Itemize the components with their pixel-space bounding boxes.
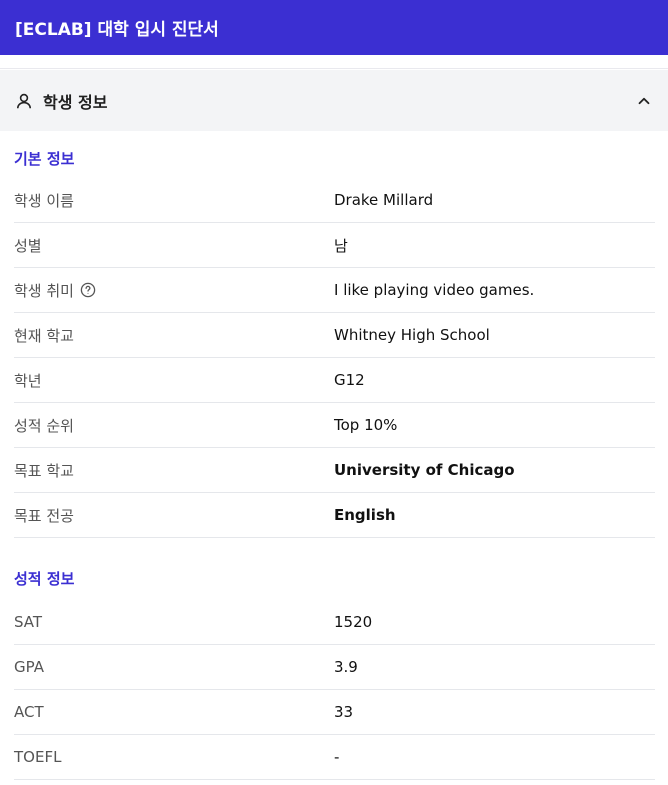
student-info-section-toggle[interactable]: 학생 정보 <box>0 70 668 131</box>
info-label: 목표 학교 <box>14 461 74 480</box>
info-label: 학생 이름 <box>14 191 74 210</box>
chevron-up-icon[interactable] <box>636 93 652 109</box>
info-row-target-school: 목표 학교 University of Chicago <box>14 448 655 493</box>
info-value: Top 10% <box>334 416 398 434</box>
info-value: University of Chicago <box>334 461 515 479</box>
score-row-gpa: GPA 3.9 <box>14 645 655 690</box>
info-row-target-major: 목표 전공 English <box>14 493 655 538</box>
info-value: G12 <box>334 371 365 389</box>
app-title: [ECLAB] 대학 입시 진단서 <box>15 20 219 40</box>
info-value: Whitney High School <box>334 326 490 344</box>
info-row-hobby: 학생 취미 I like playing video games. <box>14 268 655 313</box>
section-title: 학생 정보 <box>43 92 108 112</box>
info-value: I like playing video games. <box>334 281 535 299</box>
score-row-toefl: TOEFL - <box>14 735 655 780</box>
info-label: 성별 <box>14 236 42 255</box>
score-value: 3.9 <box>334 658 358 676</box>
help-icon[interactable] <box>80 282 96 298</box>
score-value: - <box>334 748 340 766</box>
score-value: 33 <box>334 703 354 721</box>
score-label: TOEFL <box>14 748 62 766</box>
header-separator <box>0 55 668 69</box>
score-label: SAT <box>14 613 43 631</box>
score-label: GPA <box>14 658 44 676</box>
info-row-school: 현재 학교 Whitney High School <box>14 313 655 358</box>
info-value: 남 <box>334 236 348 255</box>
info-label: 학생 취미 <box>14 281 74 300</box>
user-icon <box>15 92 33 110</box>
student-info-content: 기본 정보 학생 이름 Drake Millard 성별 남 학생 취미 I l… <box>14 131 655 780</box>
info-label: 성적 순위 <box>14 416 74 435</box>
score-info-title: 성적 정보 <box>14 569 75 588</box>
info-label-wrap: 학생 취미 <box>14 280 334 301</box>
info-value: Drake Millard <box>334 191 434 209</box>
info-value: English <box>334 506 396 524</box>
score-row-sat: SAT 1520 <box>14 600 655 645</box>
info-row-grade: 학년 G12 <box>14 358 655 403</box>
info-row-name: 학생 이름 Drake Millard <box>14 178 655 223</box>
info-row-gender: 성별 남 <box>14 223 655 268</box>
app-header: [ECLAB] 대학 입시 진단서 <box>0 0 668 55</box>
score-value: 1520 <box>334 613 373 631</box>
info-label: 현재 학교 <box>14 326 74 345</box>
info-label: 학년 <box>14 371 42 390</box>
score-row-act: ACT 33 <box>14 690 655 735</box>
score-label: ACT <box>14 703 44 721</box>
basic-info-title: 기본 정보 <box>14 150 75 168</box>
info-row-rank: 성적 순위 Top 10% <box>14 403 655 448</box>
info-label: 목표 전공 <box>14 506 74 525</box>
